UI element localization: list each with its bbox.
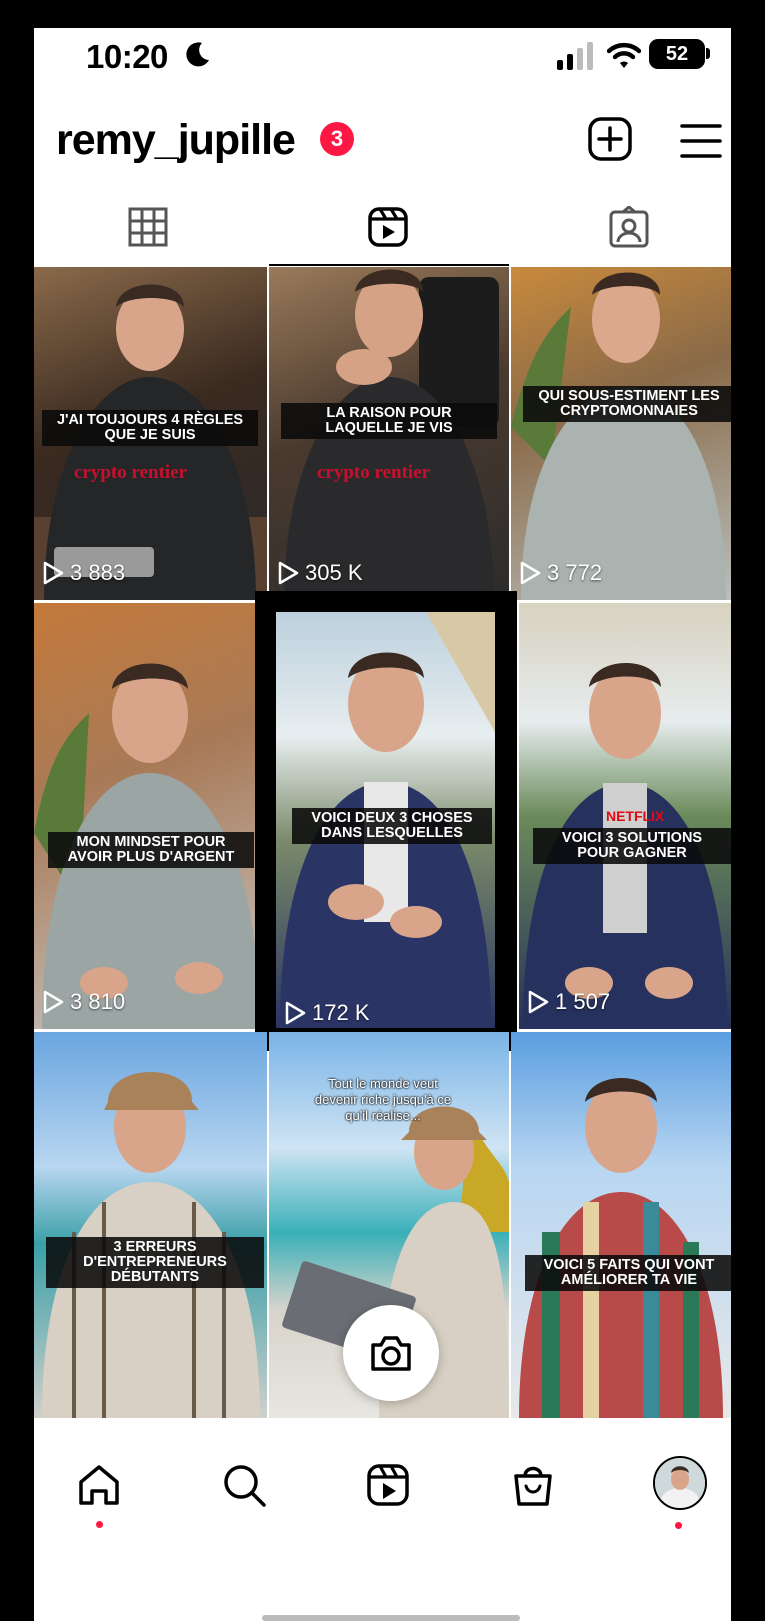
play-icon <box>285 1001 306 1025</box>
reel-views-text: 3 810 <box>70 989 126 1014</box>
reel-thumbnail-image <box>511 272 726 600</box>
avatar-image <box>655 1458 705 1508</box>
menu-icon[interactable] <box>678 118 724 164</box>
status-time: 10:20 <box>86 38 168 75</box>
play-icon <box>528 990 549 1014</box>
new-post-icon[interactable] <box>587 116 633 162</box>
reel-caption: VOICI 3 SOLUTIONS POUR GAGNER <box>533 828 731 864</box>
reel-view-count: 305 K <box>277 560 363 586</box>
search-icon[interactable] <box>221 1462 267 1508</box>
shirt-print: crypto rentier <box>74 462 188 483</box>
grid-icon[interactable] <box>127 206 169 248</box>
reel-tile[interactable]: VOICI 5 FAITS QUI VONT AMÉLIORER TA VIE <box>511 1032 731 1418</box>
reel-caption: VOICI 5 FAITS QUI VONT AMÉLIORER TA VIE <box>525 1255 731 1291</box>
reel-tile[interactable]: 3 ERREURS D'ENTREPRENEURS DÉBUTANTS <box>34 1032 267 1418</box>
reel-caption: MON MINDSET POUR AVOIR PLUS D'ARGENT <box>48 832 254 868</box>
profile-username[interactable]: remy_jupille <box>56 116 296 165</box>
home-activity-dot <box>96 1521 103 1528</box>
reel-caption: 3 ERREURS D'ENTREPRENEURS DÉBUTANTS <box>46 1237 264 1288</box>
reel-views-text: 305 K <box>305 560 363 585</box>
profile-avatar[interactable] <box>653 1456 707 1510</box>
moon-icon <box>186 42 209 67</box>
reel-thumbnail-image <box>519 1078 723 1418</box>
reel-tile[interactable]: crypto rentier LA RAISON POUR LAQUELLE J… <box>269 267 509 600</box>
bottom-nav <box>34 1418 731 1621</box>
reel-caption: QUI SOUS-ESTIMENT LES CRYPTOMONNAIES <box>523 386 731 422</box>
reels-icon[interactable] <box>367 206 409 248</box>
reel-view-count: 172 K <box>284 1000 370 1026</box>
reel-thumbnail-image <box>42 1072 260 1418</box>
reel-views-text: 1 507 <box>555 989 611 1014</box>
signal-icon <box>557 42 593 70</box>
reel-caption: J'AI TOUJOURS 4 RÈGLES QUE JE SUIS <box>42 410 258 446</box>
profile-activity-dot <box>675 1522 682 1529</box>
tagged-icon[interactable] <box>608 206 650 248</box>
reel-tile-inner: VOICI DEUX 3 CHOSES DANS LESQUELLES 172 … <box>276 612 495 1028</box>
reel-tile[interactable]: MON MINDSET POUR AVOIR PLUS D'ARGENT 3 8… <box>34 603 267 1029</box>
reel-tile[interactable]: crypto rentier J'AI TOUJOURS 4 RÈGLES QU… <box>34 267 267 600</box>
shirt-print: crypto rentier <box>317 462 431 483</box>
shirt-print: NETFLIX <box>606 808 665 824</box>
battery-tip <box>706 48 710 59</box>
play-icon <box>520 561 541 585</box>
wifi-icon <box>607 42 641 68</box>
reel-tile-highlighted[interactable]: VOICI DEUX 3 CHOSES DANS LESQUELLES 172 … <box>255 591 517 1051</box>
reel-view-count: 3 772 <box>519 560 602 586</box>
reel-caption: VOICI DEUX 3 CHOSES DANS LESQUELLES <box>292 808 492 844</box>
reel-views-text: 3 883 <box>70 560 126 585</box>
reel-thumbnail-image <box>34 663 260 1029</box>
shop-icon[interactable] <box>510 1462 556 1508</box>
home-indicator <box>262 1615 520 1621</box>
reel-view-count: 3 883 <box>42 560 125 586</box>
reel-views-text: 3 772 <box>547 560 603 585</box>
notification-badge: 3 <box>320 122 354 156</box>
play-icon <box>43 990 64 1014</box>
camera-icon <box>371 1336 411 1371</box>
play-icon <box>43 561 64 585</box>
home-icon[interactable] <box>76 1462 122 1508</box>
battery-indicator: 52 <box>649 39 705 69</box>
camera-button[interactable] <box>343 1305 439 1401</box>
reel-view-count: 1 507 <box>527 989 610 1015</box>
reel-views-text: 172 K <box>312 1000 370 1025</box>
reel-view-count: 3 810 <box>42 989 125 1015</box>
reels-icon[interactable] <box>365 1462 411 1508</box>
reel-caption: LA RAISON POUR LAQUELLE JE VIS <box>281 403 497 439</box>
play-icon <box>278 561 299 585</box>
active-tab-indicator <box>269 264 509 266</box>
reel-tile[interactable]: QUI SOUS-ESTIMENT LES CRYPTOMONNAIES 3 7… <box>511 267 731 600</box>
instagram-screen: 10:20 52 remy_jupille 3 crypto rentier J… <box>34 28 731 1621</box>
reel-caption: Tout le monde veut devenir riche jusqu'à… <box>314 1076 452 1123</box>
reel-tile[interactable]: NETFLIX VOICI 3 SOLUTIONS POUR GAGNER 1 … <box>519 603 731 1029</box>
